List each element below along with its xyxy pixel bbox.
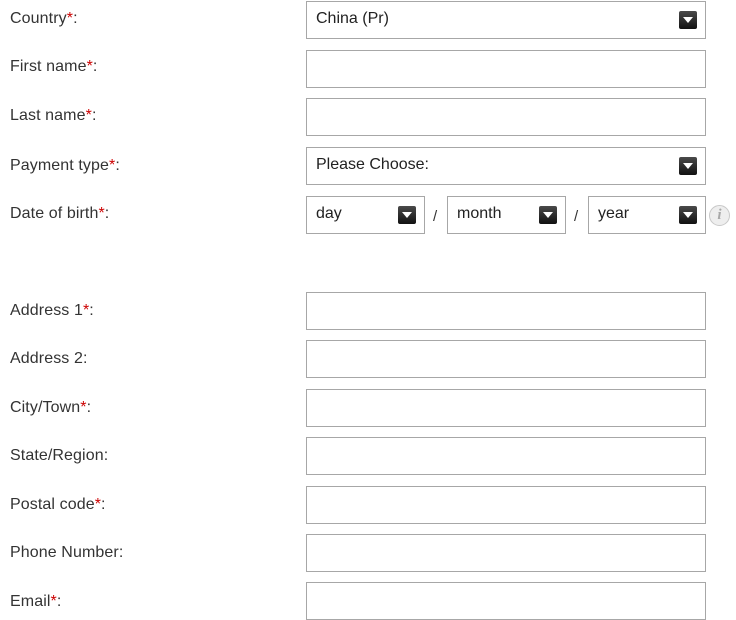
country-select[interactable]: China (Pr) (306, 1, 706, 39)
country-select-value: China (Pr) (316, 10, 389, 27)
date-separator: / (433, 208, 438, 225)
birth-day-select[interactable]: day (306, 196, 425, 234)
date-separator: / (574, 208, 579, 225)
date-of-birth-label: Date of birth*: (10, 205, 110, 222)
birth-year-value: year (598, 205, 630, 222)
state-label: State/Region: (10, 447, 109, 464)
first-name-input[interactable] (306, 50, 706, 88)
address2-label: Address 2: (10, 350, 88, 367)
chevron-down-icon[interactable] (539, 206, 557, 224)
last-name-input[interactable] (306, 98, 706, 136)
info-icon[interactable]: i (709, 205, 730, 226)
email-label: Email*: (10, 593, 62, 610)
payment-type-label: Payment type*: (10, 157, 120, 174)
state-input[interactable] (306, 437, 706, 475)
address1-label: Address 1*: (10, 302, 94, 319)
city-input[interactable] (306, 389, 706, 427)
chevron-down-icon[interactable] (679, 157, 697, 175)
address2-input[interactable] (306, 340, 706, 378)
postal-code-input[interactable] (306, 486, 706, 524)
payment-type-select-value: Please Choose: (316, 156, 429, 173)
phone-label: Phone Number: (10, 544, 124, 561)
chevron-down-icon[interactable] (679, 11, 697, 29)
phone-input[interactable] (306, 534, 706, 572)
city-label: City/Town*: (10, 399, 92, 416)
birth-month-select[interactable]: month (447, 196, 566, 234)
birth-year-select[interactable]: year (588, 196, 706, 234)
birth-day-value: day (316, 205, 342, 222)
first-name-label: First name*: (10, 58, 98, 75)
payment-type-select[interactable]: Please Choose: (306, 147, 706, 185)
postal-code-label: Postal code*: (10, 496, 106, 513)
country-label: Country*: (10, 10, 78, 27)
last-name-label: Last name*: (10, 107, 97, 124)
address1-input[interactable] (306, 292, 706, 330)
chevron-down-icon[interactable] (679, 206, 697, 224)
birth-month-value: month (457, 205, 502, 222)
chevron-down-icon[interactable] (398, 206, 416, 224)
email-input[interactable] (306, 582, 706, 620)
